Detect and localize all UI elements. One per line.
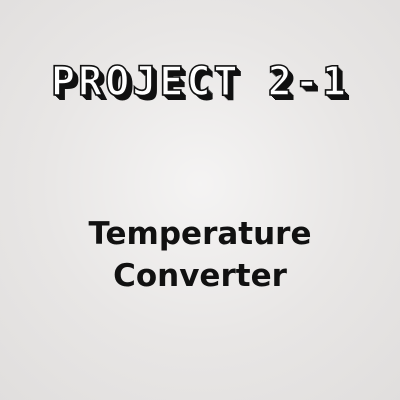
project-subtitle: Temperature Converter: [0, 213, 400, 297]
subtitle-line-2: Converter: [113, 258, 287, 294]
subtitle-line-1: Temperature: [88, 216, 312, 252]
project-title: PROJECT 2-1: [50, 59, 349, 105]
